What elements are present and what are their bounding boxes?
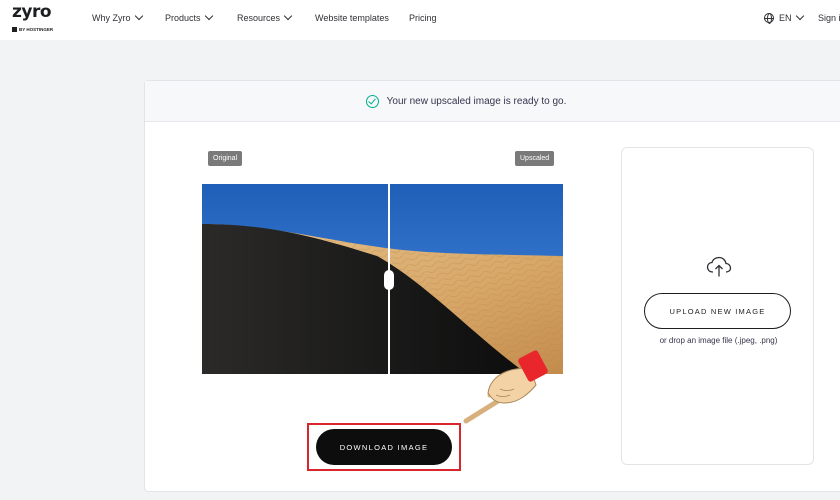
pointing-hand-icon — [463, 350, 548, 424]
hostinger-icon — [12, 27, 17, 32]
chevron-down-icon — [795, 11, 804, 21]
check-circle-icon — [365, 94, 379, 108]
success-message: Your new upscaled image is ready to go. — [386, 95, 567, 107]
comparison-slider-handle[interactable] — [384, 270, 394, 290]
logo-byline-text: BY HOSTINGER — [19, 27, 54, 32]
nav-item-label: Resources — [237, 13, 281, 23]
upscaled-tag: Upscaled — [515, 151, 555, 166]
top-navigation: zyro BY HOSTINGER Why Zyro Products Reso… — [0, 0, 840, 40]
nav-item-label: Pricing — [409, 13, 437, 23]
sign-in-link[interactable]: Sign i — [818, 13, 840, 23]
nav-item-why-zyro[interactable]: Why Zyro — [92, 11, 143, 23]
chevron-down-icon — [283, 11, 293, 21]
download-highlight-box: DOWNLOAD IMAGE — [307, 423, 461, 471]
nav-item-website-templates[interactable]: Website templates — [315, 13, 389, 23]
nav-item-label: Why Zyro — [92, 13, 131, 23]
sign-in-label: Sign i — [818, 13, 840, 23]
before-after-image-comparison[interactable] — [202, 184, 563, 374]
nav-item-label: Website templates — [315, 13, 389, 23]
language-label: EN — [779, 13, 792, 23]
download-image-button[interactable]: DOWNLOAD IMAGE — [316, 429, 452, 465]
globe-icon — [764, 13, 774, 24]
language-selector[interactable]: EN — [764, 11, 804, 24]
drop-file-hint: or drop an image file (.jpeg, .png) — [659, 336, 778, 345]
cloud-upload-icon — [706, 256, 732, 277]
zyro-logo[interactable]: zyro BY HOSTINGER — [12, 2, 64, 35]
upscaler-result-card: Your new upscaled image is ready to go. … — [144, 80, 840, 492]
upload-new-image-button[interactable]: UPLOAD NEW IMAGE — [644, 293, 791, 329]
logo-wordmark: zyro — [12, 2, 52, 22]
success-banner: Your new upscaled image is ready to go. — [145, 81, 840, 122]
chevron-down-icon — [134, 11, 143, 21]
upload-panel[interactable]: UPLOAD NEW IMAGE or drop an image file (… — [621, 147, 814, 465]
nav-item-products[interactable]: Products — [165, 11, 213, 23]
logo-byline: BY HOSTINGER — [12, 27, 53, 32]
nav-item-label: Products — [165, 13, 201, 23]
chevron-down-icon — [204, 11, 213, 21]
desert-dune-photo — [202, 184, 563, 374]
nav-item-pricing[interactable]: Pricing — [409, 13, 437, 23]
original-tag: Original — [208, 151, 243, 166]
nav-item-resources[interactable]: Resources — [237, 11, 293, 23]
